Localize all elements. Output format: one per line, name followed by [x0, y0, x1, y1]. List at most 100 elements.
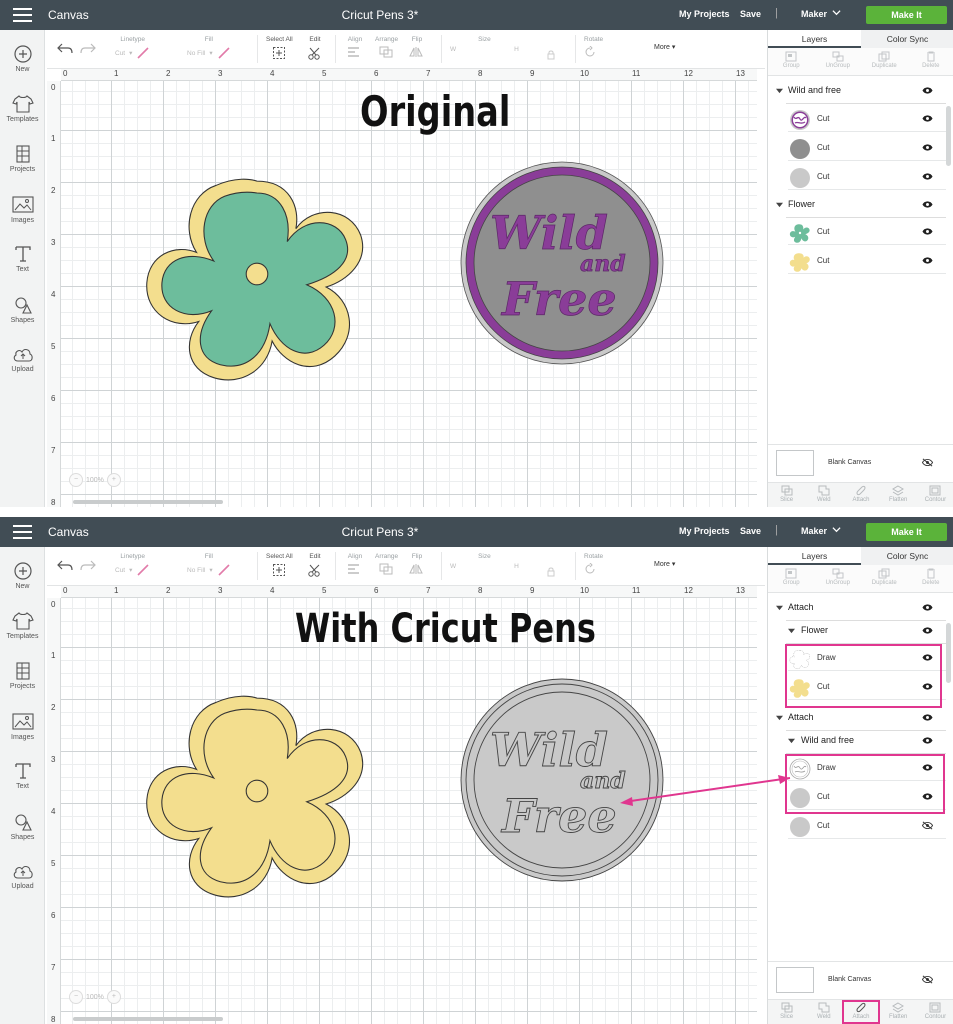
- contour-button[interactable]: Contour: [917, 483, 953, 507]
- sidebar-text[interactable]: Text: [0, 244, 45, 273]
- chevron-down-icon[interactable]: [832, 525, 841, 534]
- more-menu[interactable]: More ▾: [654, 43, 675, 51]
- eye-hidden-icon[interactable]: [922, 458, 933, 467]
- layer-row[interactable]: Cut: [768, 106, 946, 132]
- eye-hidden-icon[interactable]: [922, 975, 933, 984]
- sidebar-shapes[interactable]: Shapes: [0, 295, 45, 324]
- tab-layers[interactable]: Layers: [768, 547, 861, 565]
- eye-icon[interactable]: [922, 172, 933, 181]
- sidebar-new[interactable]: New: [0, 561, 45, 590]
- layer-row[interactable]: Cut: [768, 219, 946, 245]
- slice-button[interactable]: Slice: [768, 483, 805, 507]
- eye-icon[interactable]: [922, 626, 933, 635]
- canvas-swatch[interactable]: [776, 967, 814, 993]
- group-button[interactable]: Group: [768, 48, 815, 75]
- eye-icon[interactable]: [922, 227, 933, 236]
- delete-button[interactable]: Delete: [908, 565, 953, 592]
- machine-select[interactable]: Maker: [801, 9, 827, 19]
- layer-row[interactable]: Cut: [768, 164, 946, 190]
- weld-button[interactable]: Weld: [805, 1000, 842, 1024]
- layer-row[interactable]: Cut: [768, 135, 946, 161]
- group-button[interactable]: Group: [768, 565, 815, 592]
- flower-design[interactable]: [142, 164, 372, 384]
- blank-canvas-row[interactable]: Blank Canvas: [768, 961, 953, 999]
- horizontal-scrollbar[interactable]: [61, 499, 757, 505]
- horizontal-scrollbar[interactable]: [61, 1016, 757, 1022]
- attach-button[interactable]: Attach: [842, 1000, 880, 1024]
- more-menu[interactable]: More ▾: [654, 560, 675, 568]
- arrange-group[interactable]: Arrange: [375, 36, 398, 58]
- tab-color-sync[interactable]: Color Sync: [861, 547, 953, 565]
- flower-design[interactable]: [142, 681, 372, 901]
- flatten-button[interactable]: Flatten: [880, 1000, 917, 1024]
- eye-icon[interactable]: [922, 114, 933, 123]
- attach-button[interactable]: Attach: [842, 483, 879, 507]
- sidebar-upload[interactable]: Upload: [0, 863, 45, 890]
- chevron-down-icon[interactable]: [788, 737, 795, 744]
- my-projects-link[interactable]: My Projects: [679, 526, 730, 536]
- layers-scrollbar[interactable]: [946, 623, 951, 683]
- arrange-group[interactable]: Arrange: [375, 553, 398, 575]
- sidebar-new[interactable]: New: [0, 44, 45, 73]
- eye-icon[interactable]: [922, 143, 933, 152]
- layer-group-wild-and-free[interactable]: Wild and free: [768, 78, 946, 104]
- make-it-button[interactable]: Make It: [866, 523, 947, 541]
- ungroup-button[interactable]: UnGroup: [815, 565, 862, 592]
- zoom-out-button[interactable]: −: [69, 990, 83, 1004]
- lock-icon[interactable]: [547, 567, 555, 577]
- canvas-swatch[interactable]: [776, 450, 814, 476]
- wild-and-free-design[interactable]: Wild and Free: [458, 159, 666, 367]
- eye-icon[interactable]: [922, 713, 933, 722]
- chevron-down-icon[interactable]: [832, 8, 841, 17]
- pen-color-icon[interactable]: [136, 46, 150, 60]
- ungroup-button[interactable]: UnGroup: [815, 48, 862, 75]
- sidebar-templates[interactable]: Templates: [0, 611, 45, 640]
- eye-icon[interactable]: [922, 256, 933, 265]
- save-button[interactable]: Save: [740, 9, 761, 19]
- align-group[interactable]: Align: [347, 36, 363, 58]
- layer-group-flower[interactable]: Flower: [768, 192, 946, 218]
- make-it-button[interactable]: Make It: [866, 6, 947, 24]
- lock-icon[interactable]: [547, 50, 555, 60]
- sidebar-text[interactable]: Text: [0, 761, 45, 790]
- rotate-group[interactable]: Rotate: [584, 553, 603, 575]
- layer-subgroup-wild-and-free[interactable]: Wild and free: [768, 728, 946, 754]
- rotate-group[interactable]: Rotate: [584, 36, 603, 58]
- chevron-down-icon[interactable]: [788, 627, 795, 634]
- edit-group[interactable]: Edit: [307, 36, 323, 60]
- sidebar-images[interactable]: Images: [0, 712, 45, 741]
- fill-color-icon[interactable]: [217, 563, 231, 577]
- delete-button[interactable]: Delete: [908, 48, 953, 75]
- layer-row[interactable]: Cut: [768, 248, 946, 274]
- chevron-down-icon[interactable]: [776, 87, 783, 94]
- sidebar-upload[interactable]: Upload: [0, 346, 45, 373]
- layers-scrollbar[interactable]: [946, 106, 951, 166]
- my-projects-link[interactable]: My Projects: [679, 9, 730, 19]
- blank-canvas-row[interactable]: Blank Canvas: [768, 444, 953, 482]
- sidebar-projects[interactable]: Projects: [0, 661, 45, 690]
- eye-hidden-icon[interactable]: [922, 821, 933, 830]
- machine-select[interactable]: Maker: [801, 526, 827, 536]
- chevron-down-icon[interactable]: [776, 604, 783, 611]
- slice-button[interactable]: Slice: [768, 1000, 805, 1024]
- sidebar-shapes[interactable]: Shapes: [0, 812, 45, 841]
- select-all-group[interactable]: Select All: [266, 553, 293, 577]
- sidebar-images[interactable]: Images: [0, 195, 45, 224]
- design-canvas[interactable]: 0 1 2 3 4 5 6 7 8 9 10 11 12 13 0 1 2 3 …: [47, 69, 757, 507]
- redo-icon[interactable]: [80, 559, 96, 571]
- save-button[interactable]: Save: [740, 526, 761, 536]
- contour-button[interactable]: Contour: [917, 1000, 953, 1024]
- pen-color-icon[interactable]: [136, 563, 150, 577]
- size-group[interactable]: Size W H: [450, 36, 519, 53]
- eye-icon[interactable]: [922, 603, 933, 612]
- fill-group[interactable]: Fill No Fill ▾: [187, 553, 231, 577]
- layer-row-hidden[interactable]: Cut: [768, 813, 946, 839]
- fill-color-icon[interactable]: [217, 46, 231, 60]
- zoom-out-button[interactable]: −: [69, 473, 83, 487]
- eye-icon[interactable]: [922, 736, 933, 745]
- linetype-group[interactable]: Linetype Cut ▾: [115, 553, 150, 577]
- align-group[interactable]: Align: [347, 553, 363, 575]
- chevron-down-icon[interactable]: [776, 714, 783, 721]
- edit-group[interactable]: Edit: [307, 553, 323, 577]
- duplicate-button[interactable]: Duplicate: [861, 565, 908, 592]
